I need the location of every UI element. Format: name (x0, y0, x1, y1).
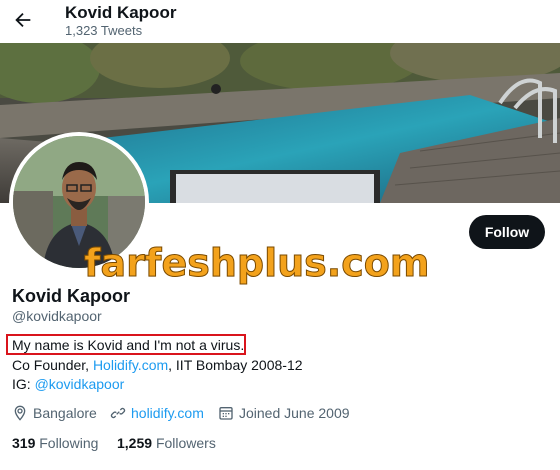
website-link[interactable]: holidify.com (131, 405, 204, 421)
followers-label: Followers (155, 435, 216, 451)
profile-bio: My name is Kovid and I'm not a virus. (12, 337, 245, 353)
location-text: Bangalore (33, 405, 97, 421)
bio-text: , IIT Bombay 2008-12 (168, 357, 303, 373)
followers-link[interactable]: 1,259 Followers (117, 435, 216, 451)
svg-text:farfeshplus.com: farfeshplus.com (84, 241, 429, 285)
bio-text: IG: (12, 376, 35, 392)
holidify-link[interactable]: Holidify.com (93, 357, 168, 373)
farfeshplus-watermark: farfeshplus.com (84, 241, 430, 286)
calendar-icon (219, 407, 233, 420)
tweets-count: 1,323 Tweets (65, 23, 143, 38)
bio-text: Co Founder, (12, 357, 93, 373)
following-count: 319 (12, 435, 36, 451)
join-date-text: Joined June 2009 (239, 405, 350, 421)
location: Bangalore (12, 404, 97, 422)
header-title: Kovid Kapoor (65, 3, 177, 22)
join-date: Joined June 2009 (218, 404, 350, 422)
link-icon (110, 407, 126, 419)
instagram-handle-link[interactable]: @kovidkapoor (35, 376, 125, 392)
bio-line-instagram: IG: @kovidkapoor (12, 376, 124, 392)
profile-name: Kovid Kapoor (12, 286, 131, 306)
follow-button[interactable]: Follow (469, 215, 545, 249)
following-label: Following (39, 435, 99, 451)
following-link[interactable]: 319 Following (12, 435, 98, 451)
location-pin-icon (14, 405, 26, 421)
website[interactable]: holidify.com (110, 404, 204, 422)
back-arrow-icon[interactable] (12, 9, 34, 31)
profile-handle: @kovidkapoor (12, 308, 102, 324)
followers-count: 1,259 (117, 435, 153, 451)
profile-header: Kovid Kapoor 1,323 Tweets (0, 0, 560, 43)
bio-line-cofounder: Co Founder, Holidify.com, IIT Bombay 200… (12, 357, 303, 373)
